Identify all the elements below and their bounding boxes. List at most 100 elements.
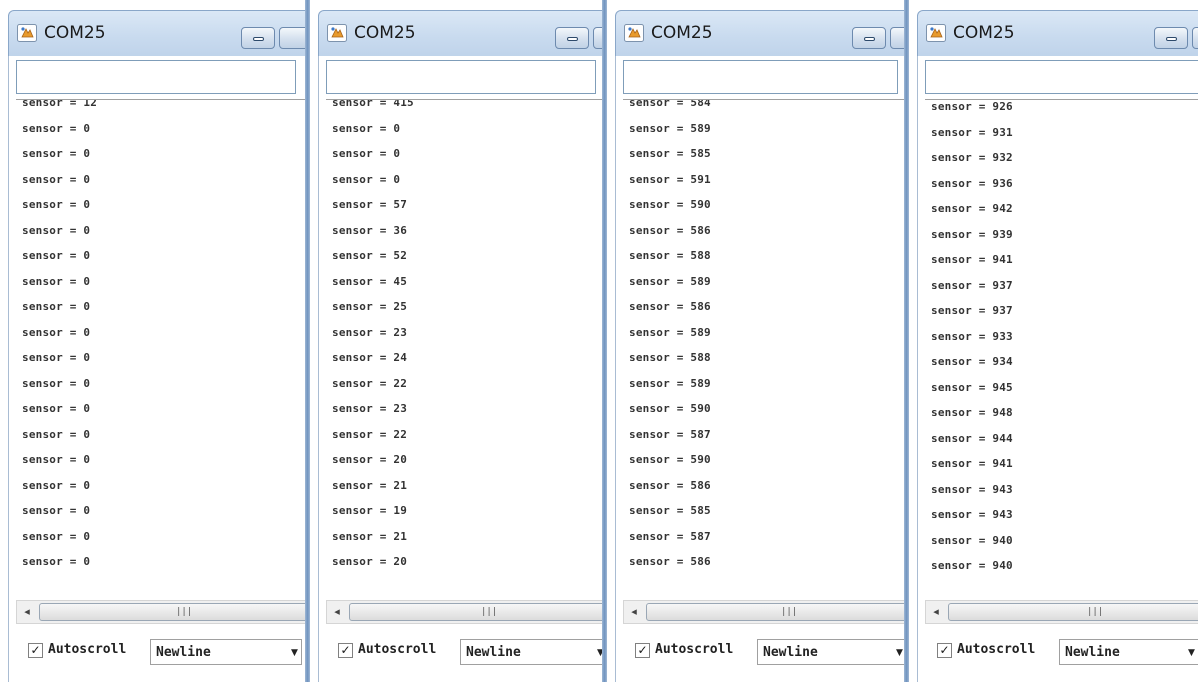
checkmark-icon: ✓ (340, 643, 351, 657)
line-ending-value: Newline (1065, 645, 1120, 660)
autoscroll-label: Autoscroll (48, 642, 127, 657)
output-line: sensor = 25 (332, 300, 408, 313)
minimize-button[interactable] (852, 27, 886, 49)
output-line: sensor = 36 (332, 223, 408, 237)
output-line: sensor = 0 (22, 249, 91, 262)
autoscroll-checkbox[interactable]: ✓ (28, 643, 43, 658)
minimize-button[interactable] (241, 27, 275, 49)
maximize-button[interactable] (890, 27, 904, 49)
output-line: sensor = 0 (22, 427, 91, 441)
minimize-button[interactable] (1154, 27, 1188, 49)
chevron-down-icon: ▼ (291, 648, 298, 658)
maximize-button[interactable] (1192, 27, 1198, 49)
output-line: sensor = 586 (629, 300, 711, 313)
arrow-left-icon[interactable]: ◂ (17, 601, 37, 623)
output-line: sensor = 19 (332, 504, 408, 517)
output-line: sensor = 21 (332, 478, 408, 492)
output-line: sensor = 933 (931, 329, 1013, 343)
output-line: sensor = 20 (332, 555, 408, 568)
title-bar[interactable]: COM25 (917, 10, 1198, 57)
output-line: sensor = 12 (22, 99, 98, 109)
output-line: sensor = 587 (629, 529, 711, 543)
line-ending-select[interactable]: Newline ▼ (150, 639, 302, 665)
output-line: sensor = 0 (22, 453, 91, 466)
output-line: sensor = 936 (931, 176, 1013, 190)
title-bar[interactable]: COM25 (318, 10, 602, 57)
chevron-down-icon: ▼ (597, 648, 602, 658)
output-line: sensor = 0 (22, 147, 91, 160)
serial-output: sensor = 926 sensor = 931 sensor = 932 sens… (925, 99, 1198, 597)
window-title: COM25 (44, 23, 106, 43)
output-line: sensor = 941 (931, 253, 1013, 266)
output-line: sensor = 937 (931, 278, 1013, 292)
output-line: sensor = 590 (629, 453, 711, 466)
bottom-toolbar: ✓ Autoscroll Newline ▼ (326, 628, 602, 682)
line-ending-select[interactable]: Newline ▼ (1059, 639, 1198, 665)
line-ending-select[interactable]: Newline ▼ (460, 639, 602, 665)
output-line: sensor = 942 (931, 202, 1013, 215)
output-line: sensor = 589 (629, 376, 711, 390)
line-ending-select[interactable]: Newline ▼ (757, 639, 904, 665)
output-line: sensor = 591 (629, 172, 711, 186)
send-input[interactable] (16, 60, 296, 94)
window-title: COM25 (354, 23, 416, 43)
send-input[interactable] (326, 60, 596, 94)
maximize-button[interactable] (279, 27, 305, 49)
horizontal-scrollbar[interactable]: ◂ ||| (623, 600, 904, 624)
minimize-icon (1166, 37, 1177, 41)
serial-monitor-window-1: COM25 sensor = 12 sensor = 0 sensor = 0 sens… (0, 0, 305, 682)
output-line: sensor = 0 (22, 555, 91, 568)
bottom-toolbar: ✓ Autoscroll Newline ▼ (623, 628, 904, 682)
bottom-toolbar: ✓ Autoscroll Newline ▼ (925, 628, 1198, 682)
output-line: sensor = 945 (931, 380, 1013, 394)
send-input[interactable] (623, 60, 898, 94)
horizontal-scrollbar[interactable]: ◂ ||| (925, 600, 1198, 624)
output-line: sensor = 0 (22, 274, 91, 288)
serial-output: sensor = 415 sensor = 0 sensor = 0 sensor =… (326, 99, 602, 597)
line-ending-value: Newline (763, 645, 818, 660)
serial-output: sensor = 584 sensor = 589 sensor = 585 sens… (623, 99, 904, 597)
chevron-down-icon: ▼ (896, 648, 903, 658)
output-line: sensor = 931 (931, 125, 1013, 139)
output-line: sensor = 943 (931, 482, 1013, 496)
autoscroll-checkbox[interactable]: ✓ (635, 643, 650, 658)
output-line: sensor = 20 (332, 453, 408, 466)
minimize-icon (253, 37, 264, 41)
autoscroll-label: Autoscroll (957, 642, 1036, 657)
send-input[interactable] (925, 60, 1198, 94)
title-bar[interactable]: COM25 (8, 10, 305, 57)
output-line: sensor = 586 (629, 478, 711, 492)
scroll-thumb[interactable]: ||| (39, 603, 305, 621)
line-ending-value: Newline (466, 645, 521, 660)
scroll-thumb[interactable]: ||| (948, 603, 1198, 621)
autoscroll-checkbox[interactable]: ✓ (338, 643, 353, 658)
autoscroll-checkbox[interactable]: ✓ (937, 643, 952, 658)
arrow-left-icon[interactable]: ◂ (624, 601, 644, 623)
output-line: sensor = 0 (332, 121, 401, 135)
output-line: sensor = 586 (629, 223, 711, 237)
arrow-left-icon[interactable]: ◂ (926, 601, 946, 623)
maximize-button[interactable] (593, 27, 602, 49)
output-line: sensor = 0 (332, 147, 401, 160)
output-line: sensor = 940 (931, 533, 1013, 547)
horizontal-scrollbar[interactable]: ◂ ||| (16, 600, 305, 624)
scroll-thumb[interactable]: ||| (646, 603, 904, 621)
output-line: sensor = 948 (931, 406, 1013, 419)
line-ending-value: Newline (156, 645, 211, 660)
title-bar[interactable]: COM25 (615, 10, 904, 57)
output-line: sensor = 934 (931, 355, 1013, 368)
output-line: sensor = 941 (931, 457, 1013, 470)
minimize-button[interactable] (555, 27, 589, 49)
arrow-left-icon[interactable]: ◂ (327, 601, 347, 623)
output-line: sensor = 0 (332, 172, 401, 186)
checkmark-icon: ✓ (637, 643, 648, 657)
horizontal-scrollbar[interactable]: ◂ ||| (326, 600, 602, 624)
scroll-grip-icon: ||| (176, 607, 193, 617)
scroll-thumb[interactable]: ||| (349, 603, 602, 621)
output-line: sensor = 589 (629, 274, 711, 288)
output-line: sensor = 590 (629, 198, 711, 211)
output-line: sensor = 0 (22, 402, 91, 415)
chevron-down-icon: ▼ (1188, 648, 1195, 658)
output-line: sensor = 587 (629, 427, 711, 441)
serial-monitor-window-3: COM25 sensor = 584 sensor = 589 sensor = 58… (607, 0, 904, 682)
